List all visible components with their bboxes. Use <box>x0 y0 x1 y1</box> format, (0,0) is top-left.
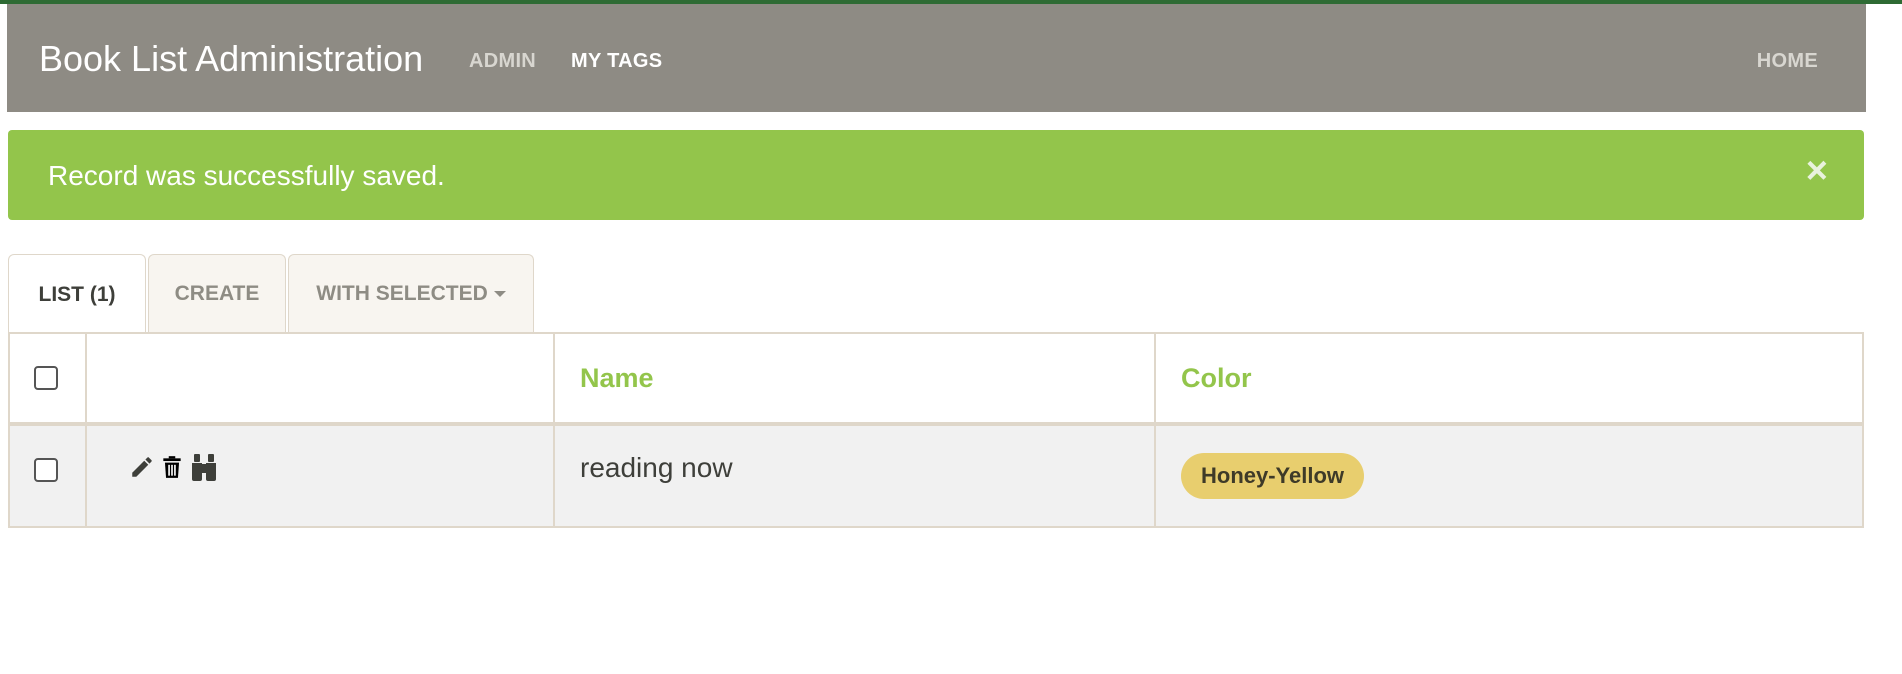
header-select-cell <box>10 334 87 426</box>
row-color-cell: Honey-Yellow <box>1155 424 1862 526</box>
brand-title[interactable]: Book List Administration <box>39 38 423 80</box>
pencil-icon[interactable] <box>129 454 155 485</box>
header-actions-cell <box>86 334 555 426</box>
navbar: Book List Administration ADMIN MY TAGS H… <box>7 4 1866 112</box>
select-all-checkbox[interactable] <box>34 366 58 390</box>
tab-create-label: CREATE <box>174 281 260 305</box>
tab-with-selected-dropdown[interactable]: WITH SELECTED <box>288 254 534 332</box>
row-name-value: reading now <box>580 452 733 483</box>
table-row: reading now Honey-Yellow <box>10 424 1862 526</box>
row-checkbox[interactable] <box>34 458 58 482</box>
tab-with-selected-label: WITH SELECTED <box>316 281 488 305</box>
header-color-cell[interactable]: Color <box>1155 334 1862 426</box>
table-header-row: Name Color <box>10 334 1862 426</box>
tab-list[interactable]: LIST (1) <box>8 254 146 334</box>
alert-message: Record was successfully saved. <box>48 160 445 191</box>
nav-link-home[interactable]: HOME <box>1757 50 1818 73</box>
binoculars-icon[interactable] <box>189 453 219 486</box>
column-header-color[interactable]: Color <box>1156 363 1252 393</box>
records-table: Name Color reading now Honey-Yellow <box>8 332 1864 528</box>
nav-link-my-tags[interactable]: MY TAGS <box>571 50 662 73</box>
caret-down-icon <box>493 290 506 297</box>
trash-icon[interactable] <box>159 454 185 485</box>
column-header-name[interactable]: Name <box>555 363 654 393</box>
row-select-cell <box>10 424 87 526</box>
close-icon[interactable]: × <box>1806 152 1828 190</box>
color-badge: Honey-Yellow <box>1181 453 1365 499</box>
row-name-cell: reading now <box>554 424 1156 526</box>
view-tabs: LIST (1) CREATE WITH SELECTED <box>8 254 1864 334</box>
row-actions-cell <box>86 424 555 526</box>
tab-create[interactable]: CREATE <box>148 254 286 332</box>
tab-list-label: LIST (1) <box>38 282 116 306</box>
success-alert: Record was successfully saved. × <box>8 130 1864 220</box>
nav-link-admin[interactable]: ADMIN <box>469 50 536 73</box>
header-name-cell[interactable]: Name <box>554 334 1156 426</box>
